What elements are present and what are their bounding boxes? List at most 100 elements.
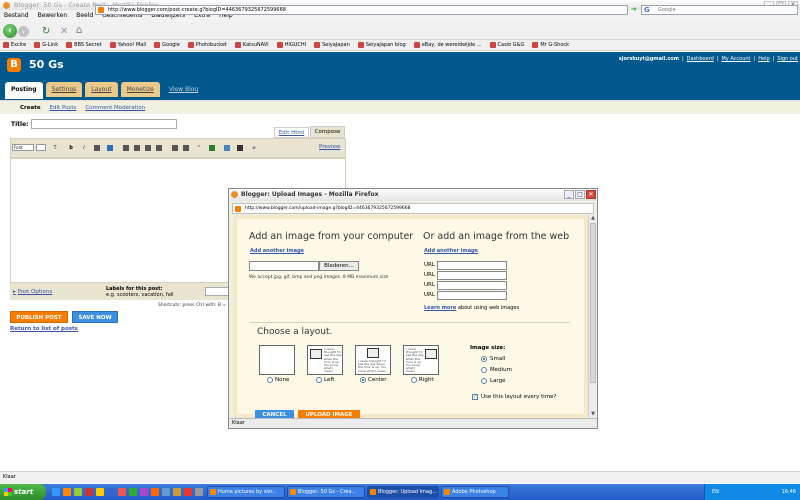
quick-launch-icon[interactable] (107, 488, 115, 496)
popup-minimize-button[interactable]: _ (564, 190, 574, 199)
add-another-image-link[interactable]: Add another image (250, 248, 304, 254)
bookmark-item[interactable]: Mr G-Shock (532, 40, 569, 50)
menu-beeld[interactable]: Beeld (76, 10, 93, 22)
popup-maximize-button[interactable]: □ (575, 190, 585, 199)
radio-center[interactable] (360, 377, 366, 383)
quick-launch-icon[interactable] (173, 488, 181, 496)
tab-monetize[interactable]: Monetize (120, 82, 160, 97)
forward-button[interactable]: › (18, 26, 29, 37)
bookmark-item[interactable]: Yahoo! Mail (109, 40, 146, 50)
preview-link[interactable]: Preview (319, 144, 340, 150)
post-options-link[interactable]: ▸ Post Options (13, 289, 52, 295)
bookmark-item[interactable]: eBay, de wereldwijde ... (413, 40, 482, 50)
font-size-icon[interactable]: T (52, 145, 58, 151)
search-box[interactable]: G (641, 5, 798, 15)
bold-icon[interactable]: b (68, 145, 74, 151)
bookmark-item[interactable]: G-Link (34, 40, 58, 50)
quick-launch-icon[interactable] (184, 488, 192, 496)
radio-small[interactable] (481, 356, 487, 362)
numbered-list-icon[interactable] (172, 145, 178, 151)
search-input[interactable] (658, 7, 797, 13)
subtab-create[interactable]: Create (20, 101, 41, 114)
browse-button[interactable]: Bladeren... (319, 261, 359, 271)
font-select[interactable]: Font (12, 144, 34, 151)
quick-launch-icon[interactable] (129, 488, 137, 496)
popup-close-button[interactable]: ✕ (586, 190, 596, 199)
bookmark-item[interactable]: BBS Secret (66, 40, 102, 50)
help-link[interactable]: Help (758, 56, 769, 62)
quick-launch-icon[interactable] (85, 488, 93, 496)
layout-left-preview[interactable]: I never thought I'd see the day when the… (307, 345, 343, 375)
align-justify-icon[interactable] (156, 145, 162, 151)
radio-right[interactable] (411, 377, 417, 383)
reload-icon[interactable]: ↻ (42, 26, 50, 37)
add-video-icon[interactable] (237, 145, 243, 151)
title-input[interactable] (31, 119, 177, 129)
subtab-comment-moderation[interactable]: Comment Moderation (85, 101, 145, 114)
taskbar-item[interactable]: Adobe Photoshop (441, 486, 509, 498)
return-to-posts-link[interactable]: Return to list of posts (10, 326, 78, 332)
tab-view-blog[interactable]: View Blog (163, 82, 204, 97)
quick-launch-icon[interactable] (151, 488, 159, 496)
radio-large[interactable] (481, 378, 487, 384)
layout-none-preview[interactable] (259, 345, 295, 375)
my-account-link[interactable]: My Account (721, 56, 750, 62)
bookmark-item[interactable]: HIGUCHI (276, 40, 306, 50)
save-now-button[interactable]: SAVE NOW (72, 311, 118, 323)
back-button[interactable]: ‹ (3, 24, 17, 38)
menu-bestand[interactable]: Bestand (4, 10, 29, 22)
use-layout-every-time[interactable]: ✓ Use this layout every time? (472, 394, 556, 400)
quick-launch-icon[interactable] (140, 488, 148, 496)
bookmark-item[interactable]: Photobucket (187, 40, 227, 50)
url-input[interactable] (437, 261, 507, 270)
quick-launch-icon[interactable] (118, 488, 126, 496)
quick-launch-icon[interactable] (162, 488, 170, 496)
layout-option-center[interactable]: Center (360, 377, 387, 383)
use-layout-checkbox[interactable]: ✓ (472, 394, 478, 400)
url-input[interactable] (437, 281, 507, 290)
quick-launch-icon[interactable] (52, 488, 60, 496)
size-option-small[interactable]: Small (481, 356, 505, 362)
font-size-select[interactable] (36, 144, 46, 151)
subtab-edit-posts[interactable]: Edit Posts (50, 101, 77, 114)
radio-none[interactable] (267, 377, 273, 383)
radio-medium[interactable] (481, 367, 487, 373)
stop-icon[interactable]: ✕ (60, 26, 68, 37)
link-icon[interactable] (107, 145, 113, 151)
scroll-down-icon[interactable]: ▼ (590, 411, 596, 418)
bookmark-item[interactable]: SeiyaJapan (314, 40, 350, 50)
size-option-medium[interactable]: Medium (481, 367, 512, 373)
tab-edit-html[interactable]: Edit Html (274, 127, 309, 138)
tab-compose[interactable]: Compose (310, 126, 345, 138)
text-color-icon[interactable] (94, 145, 100, 151)
learn-more-link[interactable]: Learn more (424, 305, 456, 311)
publish-post-button[interactable]: PUBLISH POST (10, 311, 68, 323)
spellcheck-icon[interactable] (209, 145, 215, 151)
italic-icon[interactable]: i (81, 145, 87, 151)
home-icon[interactable]: ⌂ (76, 25, 82, 36)
layout-option-right[interactable]: Right (411, 377, 433, 383)
bullet-list-icon[interactable] (183, 145, 189, 151)
dashboard-link[interactable]: Dashboard (687, 56, 714, 62)
bookmark-item[interactable]: Google (154, 40, 180, 50)
popup-scrollbar[interactable]: ▲ ▼ (588, 215, 596, 418)
layout-option-left[interactable]: Left (316, 377, 334, 383)
layout-center-preview[interactable]: I never thought I'd see the day when the… (355, 345, 391, 375)
add-another-image-link[interactable]: Add another image (424, 248, 478, 254)
bookmark-item[interactable]: SeiyaJapan blog (357, 40, 406, 50)
align-right-icon[interactable] (145, 145, 151, 151)
quote-icon[interactable]: " (196, 145, 202, 151)
tab-layout[interactable]: Layout (85, 82, 118, 97)
quick-launch-icon[interactable] (74, 488, 82, 496)
remove-formatting-icon[interactable]: ⌀ (251, 145, 257, 151)
scroll-thumb[interactable] (590, 223, 596, 383)
bookmark-item[interactable]: KatsuNAVI (234, 40, 269, 50)
start-button[interactable]: start (0, 484, 46, 500)
sign-out-link[interactable]: Sign out (777, 56, 798, 62)
quick-launch-icon[interactable] (96, 488, 104, 496)
taskbar-item[interactable]: Home pictures by sizr... (207, 486, 285, 498)
file-path-input[interactable] (249, 261, 319, 271)
radio-left[interactable] (316, 377, 322, 383)
tab-posting[interactable]: Posting (5, 82, 43, 99)
taskbar-item-active[interactable]: Blogger: Upload Imag... (367, 486, 439, 498)
